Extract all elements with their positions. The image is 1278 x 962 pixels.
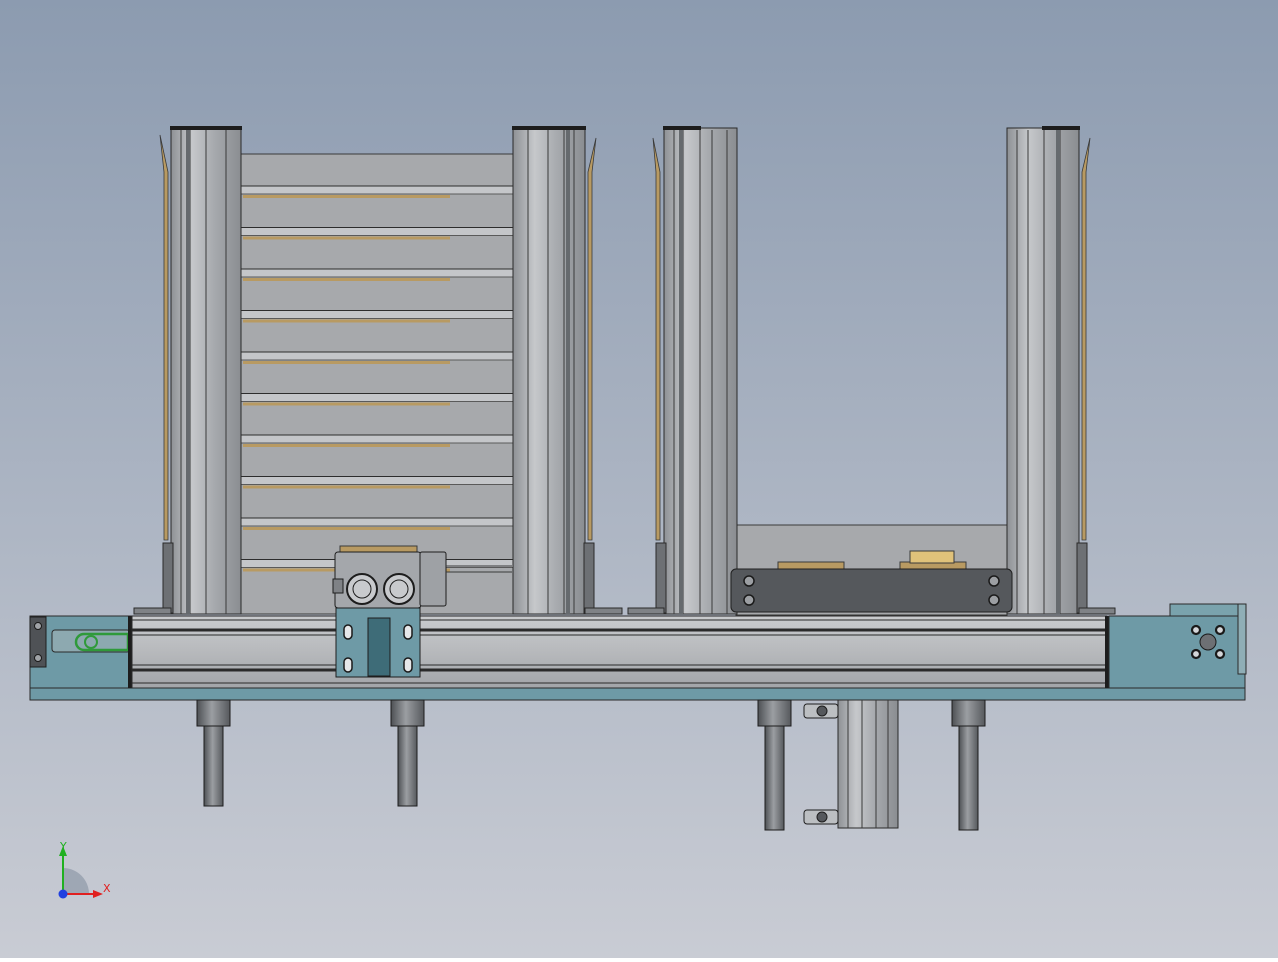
right-mag-left-foot-flange [627, 607, 665, 615]
leg-rod [397, 725, 418, 807]
carriage-roller-left [346, 573, 378, 605]
shelf-board [243, 485, 450, 489]
profile-clamp-top [803, 703, 839, 719]
shelf-divider [241, 435, 513, 443]
axis-rail [131, 615, 1108, 689]
shelf-board [243, 278, 450, 281]
motor-flange-top [1169, 603, 1245, 617]
shelf-board [243, 527, 450, 530]
assembly-drawing[interactable]: Y X [0, 0, 1278, 958]
profile-clamp-bottom [803, 809, 839, 825]
shelf-divider [241, 186, 513, 194]
cad-viewport[interactable]: Y X [0, 0, 1278, 958]
x-axis-label: X [103, 882, 111, 895]
leg-rod [203, 725, 224, 807]
right-mag-left-foot [655, 542, 667, 614]
z-axis-dot [58, 889, 68, 899]
shelf-divider [241, 393, 513, 402]
shelf-divider [241, 352, 513, 360]
shelf-board [243, 319, 450, 323]
carriage-side-pad [332, 578, 344, 594]
left-magazine[interactable] [133, 126, 623, 615]
left-end-bolt-top [34, 622, 42, 630]
carriage-belt-clamp [367, 617, 391, 677]
shelf-divider [241, 518, 513, 526]
left-magazine-back-panel [240, 153, 514, 615]
motor-flange [1237, 603, 1247, 675]
shelf-divider [241, 476, 513, 485]
right-mag-right-foot [1076, 542, 1088, 614]
left-magazine-post-right [512, 126, 586, 615]
right-mag-right-foot-flange [1078, 607, 1116, 615]
right-end-divider [1105, 616, 1109, 688]
base-plate [29, 687, 1246, 701]
shelf-divider [241, 269, 513, 277]
carriage-motor-housing [419, 551, 447, 607]
right-post-foot-flange [584, 607, 623, 615]
tray-bracket-plate [730, 568, 1013, 613]
tray-block [909, 550, 955, 564]
left-post-foot-flange [133, 607, 172, 615]
left-end-divider [128, 616, 132, 688]
shelf-board [243, 361, 450, 364]
leg-rod [958, 725, 979, 831]
shelf-board [243, 236, 450, 240]
leg-rod [764, 725, 785, 831]
shelf-divider [241, 227, 513, 236]
shelf-board [243, 444, 450, 447]
right-magazine-post-right [1006, 126, 1080, 615]
shelf-board [243, 402, 450, 406]
left-magazine-post-left [170, 126, 242, 615]
y-axis-label: Y [59, 840, 67, 853]
shelf-board [243, 195, 450, 198]
left-end-bolt-bottom [34, 654, 42, 662]
carriage-roller-right [383, 573, 415, 605]
leg-collar [951, 699, 986, 727]
shelf-divider [241, 310, 513, 319]
leg-collar [390, 699, 425, 727]
left-post-foot [162, 542, 174, 614]
right-post-foot [583, 542, 595, 614]
leg-collar [196, 699, 231, 727]
motor-shaft [1199, 633, 1217, 651]
leg-collar [757, 699, 792, 727]
right-magazine-post-left [663, 126, 738, 615]
